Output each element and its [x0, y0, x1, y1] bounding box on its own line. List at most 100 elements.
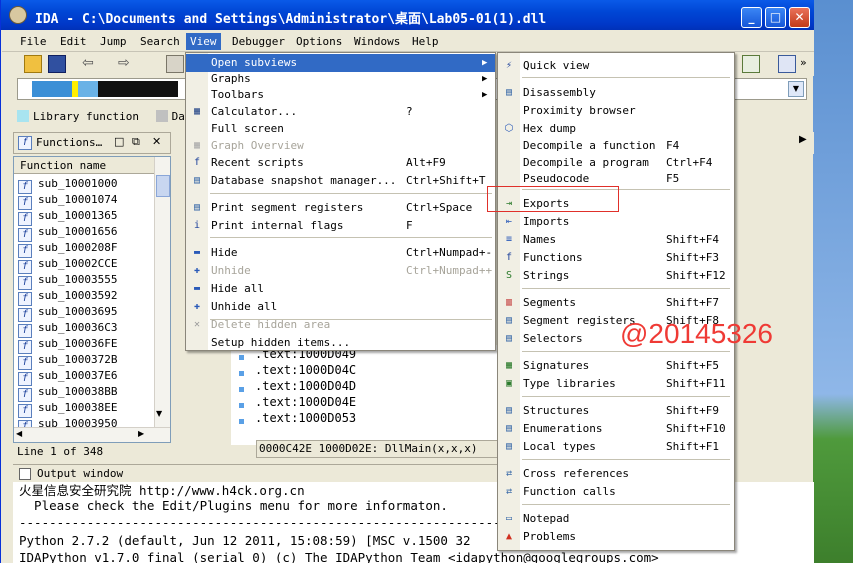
code-line[interactable]: .text:1000D04C	[255, 363, 356, 377]
menu-item-label: Calculator...	[211, 105, 298, 118]
menu-item-disassembly[interactable]: ▤ Disassembly	[498, 84, 734, 102]
menu-options[interactable]: Options	[292, 33, 346, 50]
scroll-thumb[interactable]	[156, 175, 170, 197]
menu-item-hex-dump[interactable]: ⬡ Hex dump	[498, 120, 734, 138]
menu-item-shortcut: Shift+F12	[666, 269, 726, 282]
menu-item-signatures[interactable]: ▦ Signatures Shift+F5	[498, 357, 734, 375]
menu-item-print-segment-registers[interactable]: ▤ Print segment registers Ctrl+Space	[186, 199, 495, 217]
scroll-right-icon[interactable]: ▶	[138, 429, 144, 438]
panel-minimize-icon[interactable]: □	[114, 135, 124, 148]
menu-separator	[210, 237, 492, 238]
function-name: sub_10003695	[38, 305, 118, 318]
menu-item-cross-references[interactable]: ⇄ Cross references	[498, 465, 734, 483]
menu-item-database-snapshot-manager[interactable]: ▤ Database snapshot manager... Ctrl+Shift+…	[186, 172, 495, 190]
menu-item-imports[interactable]: ⇤ Imports	[498, 213, 734, 231]
function-row[interactable]: f sub_100036C3	[18, 320, 154, 338]
tab-scroll-right-icon[interactable]: ▶	[799, 134, 807, 145]
function-row[interactable]: f sub_10001656	[18, 224, 154, 242]
menu-item-shortcut: ?	[406, 105, 413, 118]
function-name-column-header[interactable]: Function name	[14, 157, 154, 174]
forward-arrow-icon[interactable]: ⇨	[118, 55, 136, 73]
menu-view[interactable]: View	[186, 33, 221, 50]
function-row[interactable]: f sub_10001000	[18, 176, 154, 194]
function-row[interactable]: f sub_10003592	[18, 288, 154, 306]
scroll-down-icon[interactable]: ▼	[156, 409, 162, 418]
minimize-button[interactable]: _	[741, 7, 762, 28]
code-line[interactable]: .text:1000D053	[255, 411, 356, 425]
code-line[interactable]: .text:1000D04D	[255, 379, 356, 393]
maximize-button[interactable]: □	[765, 7, 786, 28]
menu-item-print-internal-flags[interactable]: i Print internal flags F	[186, 217, 495, 235]
menu-item-names[interactable]: ≡ Names Shift+F4	[498, 231, 734, 249]
menu-item-hide-all[interactable]: ▬ Hide all	[186, 280, 495, 298]
menu-item-label: Hide all	[211, 282, 264, 295]
menu-item-setup-hidden-items[interactable]: Setup hidden items...	[186, 334, 495, 352]
view-menu: Open subviews ▶ Graphs ▶ Toolbars ▶ ▦ Calculato…	[185, 52, 496, 351]
back-arrow-icon[interactable]: ⇦	[82, 55, 100, 73]
menu-item-strings[interactable]: S Strings Shift+F12	[498, 267, 734, 285]
functions-panel-header[interactable]: f Functions… □ ⧉ ✕	[13, 132, 171, 154]
close-button[interactable]: ✕	[789, 7, 810, 28]
menu-item-calculator[interactable]: ▦ Calculator...?	[186, 103, 495, 121]
nav-dropdown-icon[interactable]: ▼	[788, 81, 804, 97]
code-line[interactable]: .text:1000D04E	[255, 395, 356, 409]
menu-item-recent-scripts[interactable]: f Recent scripts Alt+F9	[186, 154, 495, 172]
menu-item-enumerations[interactable]: ▤ Enumerations Shift+F10	[498, 420, 734, 438]
menu-item-segments[interactable]: ▥ Segments Shift+F7	[498, 294, 734, 312]
function-row[interactable]: f sub_10001074	[18, 192, 154, 210]
function-row[interactable]: f sub_100038BB	[18, 384, 154, 402]
functions-horizontal-scrollbar[interactable]: ◀ ▶	[14, 427, 170, 442]
function-row[interactable]: f sub_10001365	[18, 208, 154, 226]
disassembly-view[interactable]: .text:1000D049 .text:1000D04C .text:1000D0…	[231, 345, 499, 445]
menu-item-shortcut: Shift+F11	[666, 377, 726, 390]
menu-edit[interactable]: Edit	[56, 33, 91, 50]
menu-debugger[interactable]: Debugger	[228, 33, 289, 50]
menu-item-shortcut: Shift+F5	[666, 359, 719, 372]
toolbar-right-tool-icon[interactable]	[742, 55, 760, 73]
menu-jump[interactable]: Jump	[96, 33, 131, 50]
menu-item-functions[interactable]: f Functions Shift+F3	[498, 249, 734, 267]
menu-separator	[522, 504, 730, 505]
menu-item-function-calls[interactable]: ⇄ Function calls	[498, 483, 734, 501]
function-row[interactable]: f sub_10002CCE	[18, 256, 154, 274]
toolbar-list-icon[interactable]	[778, 55, 796, 73]
menu-item-toolbars[interactable]: Toolbars ▶	[186, 86, 495, 104]
functions-list[interactable]: Function name f sub_10001000 f sub_10001074…	[13, 156, 171, 443]
menu-item-hide[interactable]: ▬ Hide Ctrl+Numpad+-	[186, 244, 495, 262]
menu-item-problems[interactable]: ▲ Problems	[498, 528, 734, 546]
menu-item-proximity-browser[interactable]: Proximity browser	[498, 102, 734, 120]
menu-item-unhide-all[interactable]: ✚ Unhide all	[186, 298, 495, 316]
function-row[interactable]: f sub_10003695	[18, 304, 154, 322]
plus-icon: ✚	[193, 301, 201, 312]
output-window-header[interactable]: Output window	[13, 464, 501, 482]
function-row[interactable]: f sub_100036FE	[18, 336, 154, 354]
menu-help[interactable]: Help	[408, 33, 443, 50]
toolbar-tool-icon[interactable]	[166, 55, 184, 73]
menu-item-structures[interactable]: ▤ Structures Shift+F9	[498, 402, 734, 420]
panel-restore-icon[interactable]: ⧉	[132, 135, 140, 149]
function-row[interactable]: f sub_1000372B	[18, 352, 154, 370]
menu-search[interactable]: Search	[136, 33, 184, 50]
menu-item-decompile-a-function[interactable]: Decompile a function F4	[498, 137, 734, 155]
menu-bar: File Edit Jump Search View Debugger Opti…	[2, 30, 814, 52]
window-title: IDA - C:\Documents and Settings\Administ…	[35, 12, 547, 27]
toolbar-overflow-icon[interactable]: »	[800, 56, 807, 69]
menu-item-full-screen[interactable]: Full screen	[186, 120, 495, 138]
title-bar[interactable]: IDA - C:\Documents and Settings\Administ…	[1, 0, 814, 30]
menu-item-label: Functions	[523, 251, 583, 264]
menu-windows[interactable]: Windows	[350, 33, 404, 50]
function-row[interactable]: f sub_100037E6	[18, 368, 154, 386]
function-row[interactable]: f sub_100038EE	[18, 400, 154, 418]
menu-file[interactable]: File	[16, 33, 51, 50]
menu-item-type-libraries[interactable]: ▣ Type libraries Shift+F11	[498, 375, 734, 393]
panel-close-icon[interactable]: ✕	[152, 135, 161, 148]
functions-vertical-scrollbar[interactable]: ▼	[154, 157, 170, 427]
scroll-left-icon[interactable]: ◀	[16, 429, 22, 438]
function-row[interactable]: f sub_10003555	[18, 272, 154, 290]
menu-item-local-types[interactable]: ▤ Local types Shift+F1	[498, 438, 734, 456]
open-folder-icon[interactable]	[24, 55, 42, 73]
menu-item-quick-view[interactable]: ⚡ Quick view	[498, 57, 734, 75]
function-row[interactable]: f sub_1000208F	[18, 240, 154, 258]
menu-item-notepad[interactable]: ▭ Notepad	[498, 510, 734, 528]
save-icon[interactable]	[48, 55, 66, 73]
